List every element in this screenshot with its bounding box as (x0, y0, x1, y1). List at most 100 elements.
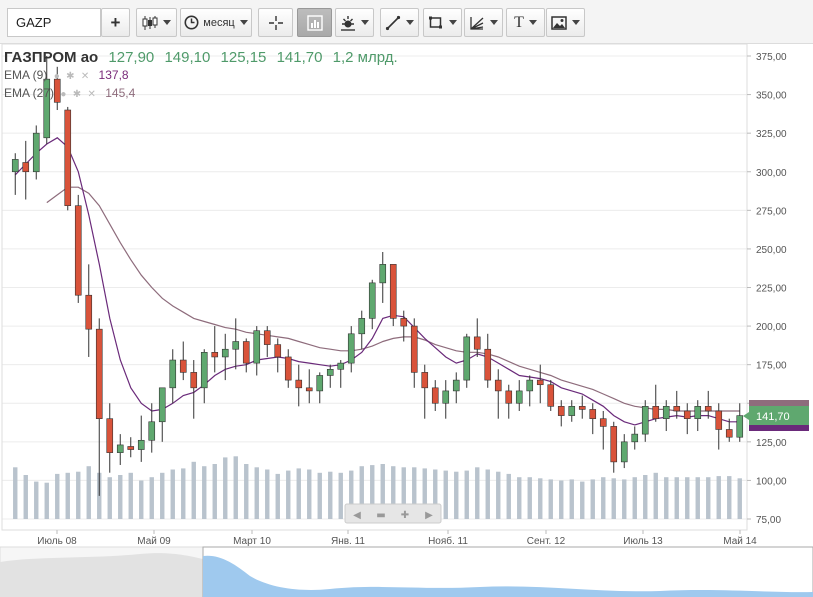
fan-tool-icon (470, 16, 484, 30)
volume-bar (674, 477, 679, 519)
shape-tool-button[interactable] (423, 8, 462, 37)
volume-bar (286, 470, 291, 519)
price-chart[interactable]: 375,00 350,00 325,00 300,00 275,00 250,00 225,… (0, 44, 813, 597)
candle-body (410, 325, 418, 373)
candle-body (368, 282, 376, 319)
ema-slow-value: 145,4 (105, 86, 136, 100)
volume-bar (622, 479, 627, 519)
ema-fast-label: EMA (9) (4, 68, 48, 82)
chart-type-button[interactable] (136, 8, 177, 37)
chevron-down-icon (528, 20, 537, 25)
indicators-button[interactable] (297, 8, 332, 37)
scrollbar-control[interactable]: ▬ (376, 510, 385, 521)
clock-icon (184, 15, 199, 30)
x-tick-label: Сент. 12 (527, 536, 566, 547)
x-tick-label: Май 14 (723, 536, 757, 547)
close-icon[interactable]: ✕ (81, 71, 89, 82)
navigator (0, 546, 813, 597)
image-icon (551, 15, 567, 30)
candle-body (463, 336, 471, 381)
candle-body (11, 159, 19, 173)
volume-bar (265, 469, 270, 519)
chevron-down-icon (361, 20, 369, 25)
ema-slow-label: EMA (27) (4, 86, 55, 100)
candle-body (242, 341, 250, 364)
candle-body (662, 406, 670, 419)
chevron-down-icon (490, 20, 498, 25)
candle-series (11, 56, 744, 496)
candle-body (190, 372, 198, 389)
line-tool-button[interactable] (380, 8, 419, 37)
candle-body (494, 379, 502, 392)
volume-bar (328, 471, 333, 519)
chevron-down-icon (406, 20, 414, 25)
high-value: 149,10 (164, 49, 211, 66)
close-icon[interactable]: ✕ (87, 89, 95, 100)
candle-body (683, 410, 691, 419)
volume-bar (548, 479, 553, 519)
volume-bar (727, 476, 732, 519)
candle-body (704, 406, 712, 412)
ticker-input[interactable] (7, 8, 101, 37)
candle-body (347, 333, 355, 364)
candle-body (179, 359, 187, 373)
candle-body (589, 409, 597, 419)
add-symbol-button[interactable]: + (101, 8, 130, 37)
candle-body (158, 387, 166, 423)
scrollbar-control[interactable]: ◀ (353, 510, 361, 521)
image-export-button[interactable] (546, 8, 585, 37)
volume-bar (223, 457, 228, 519)
volume-bar (496, 471, 501, 519)
candle-body (526, 379, 534, 392)
y-tick-label: 125,00 (756, 438, 787, 449)
y-tick-label: 75,00 (756, 515, 781, 526)
badge-arrow (743, 412, 749, 420)
scrollbar-control[interactable]: ▶ (425, 510, 433, 521)
volume-bar (538, 478, 543, 519)
chart-area[interactable]: 375,00 350,00 325,00 300,00 275,00 250,00 225,… (0, 44, 813, 597)
volume-bar (13, 467, 18, 519)
candle-body (568, 406, 576, 416)
volume-bar (475, 467, 480, 519)
volume-bar (233, 456, 238, 519)
candle-body (64, 109, 72, 207)
volume-bar (632, 477, 637, 519)
candle-body (274, 344, 282, 358)
y-tick-label: 225,00 (756, 284, 787, 295)
volume-bar (307, 469, 312, 519)
candle-body (263, 330, 271, 345)
gear-icon[interactable]: ✱ (66, 71, 74, 82)
chevron-down-icon (239, 20, 248, 25)
candle-body (484, 348, 492, 381)
crosshair-button[interactable] (258, 8, 293, 37)
volume-bar (643, 475, 648, 519)
open-value: 127,90 (108, 49, 155, 66)
eye-icon[interactable]: ● (60, 89, 66, 100)
volume-bar (107, 477, 112, 519)
candle-body (473, 336, 481, 350)
fibonacci-tool-button[interactable] (464, 8, 503, 37)
text-tool-button[interactable]: T (506, 8, 545, 37)
candle-body (599, 418, 607, 427)
candle-body (221, 348, 229, 358)
gear-icon[interactable]: ✱ (73, 89, 81, 100)
candle-body (284, 356, 292, 381)
rectangle-tool-icon (429, 16, 442, 28)
volume-bar (149, 477, 154, 519)
volume-bar (86, 466, 91, 519)
candle-body (536, 379, 544, 386)
candle-body (452, 379, 460, 392)
eye-icon[interactable]: ● (54, 71, 60, 82)
scrollbar-control[interactable]: ✚ (401, 510, 409, 521)
volume-bar (317, 472, 322, 519)
low-value: 125,15 (220, 49, 267, 66)
period-label: месяц (203, 16, 235, 29)
settings-button[interactable] (335, 8, 374, 37)
volume-bar (569, 479, 574, 519)
x-tick-label: Июль 13 (623, 536, 663, 547)
volume-bar (706, 477, 711, 519)
ema-fast-value: 137,8 (98, 68, 129, 82)
crosshair-icon (268, 15, 283, 30)
period-select[interactable]: месяц (180, 8, 252, 37)
candle-body (200, 352, 208, 389)
